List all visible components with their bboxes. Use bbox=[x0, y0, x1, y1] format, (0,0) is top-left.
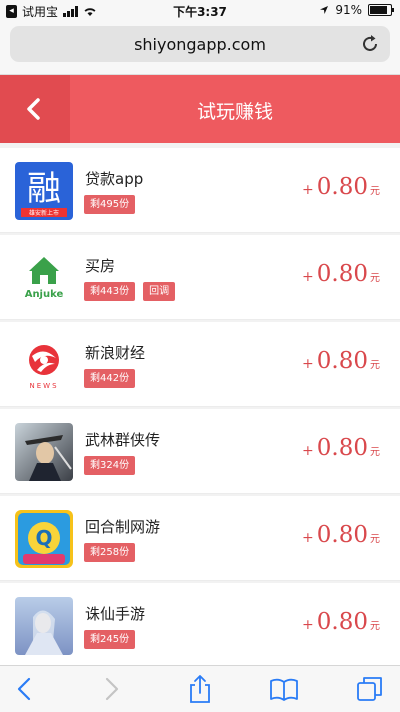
bookmarks-icon[interactable] bbox=[269, 674, 299, 704]
status-right: 91% bbox=[319, 3, 394, 17]
svg-text:融: 融 bbox=[27, 169, 61, 209]
list-item[interactable]: NEWS 新浪财经 剩442份 + 0.80 元 bbox=[0, 322, 400, 407]
battery-percent: 91% bbox=[335, 3, 362, 17]
callback-badge: 回调 bbox=[143, 282, 176, 301]
status-bar: ◂ 试用宝 下午3:37 91% bbox=[0, 0, 400, 22]
reward-unit: 元 bbox=[370, 360, 380, 371]
page-header: 试玩赚钱 bbox=[0, 75, 400, 143]
badge-group: 剩258份 bbox=[84, 543, 136, 562]
badge-group: 剩443份 回调 bbox=[84, 282, 176, 301]
reload-icon[interactable] bbox=[359, 33, 381, 55]
reward-plus: + bbox=[302, 356, 314, 372]
reward-plus: + bbox=[302, 443, 314, 459]
location-icon bbox=[320, 6, 329, 14]
app-name: 诛仙手游 bbox=[85, 605, 146, 623]
remaining-badge: 剩495份 bbox=[84, 195, 136, 214]
list-item[interactable]: 武林群侠传 剩324份 + 0.80 元 bbox=[0, 409, 400, 494]
browser-address-area: shiyongapp.com bbox=[0, 22, 400, 75]
reward-amount: + 0.80 元 bbox=[302, 522, 380, 548]
reward-amount: + 0.80 元 bbox=[302, 348, 380, 374]
remaining-badge: 剩443份 bbox=[84, 282, 136, 301]
page-title: 试玩赚钱 bbox=[196, 101, 273, 123]
app-name: 买房 bbox=[85, 257, 116, 275]
app-name: 武林群侠传 bbox=[85, 431, 161, 449]
reward-plus: + bbox=[302, 617, 314, 633]
reward-unit: 元 bbox=[370, 186, 380, 197]
reward-value: 0.80 bbox=[316, 348, 368, 374]
reward-plus: + bbox=[302, 269, 314, 285]
reward-amount: + 0.80 元 bbox=[302, 261, 380, 287]
sina-icon: NEWS bbox=[15, 336, 73, 394]
reward-amount: + 0.80 元 bbox=[302, 435, 380, 461]
address-bar[interactable]: shiyongapp.com bbox=[10, 26, 390, 62]
list-item[interactable]: 诛仙手游 剩245份 + 0.80 元 bbox=[0, 583, 400, 668]
svg-text:雄安新上市: 雄安新上市 bbox=[29, 209, 59, 217]
reward-value: 0.80 bbox=[316, 174, 368, 200]
reward-value: 0.80 bbox=[316, 261, 368, 287]
share-icon[interactable] bbox=[185, 674, 215, 704]
browser-toolbar bbox=[0, 665, 400, 712]
reward-unit: 元 bbox=[370, 447, 380, 458]
remaining-badge: 剩442份 bbox=[84, 369, 136, 388]
anjuke-icon: Anjuke bbox=[15, 249, 73, 307]
app-name: 贷款app bbox=[85, 170, 144, 188]
app-name: 新浪财经 bbox=[85, 344, 146, 362]
reward-amount: + 0.80 元 bbox=[302, 174, 380, 200]
badge-group: 剩495份 bbox=[84, 195, 136, 214]
reward-unit: 元 bbox=[370, 621, 380, 632]
forward-icon[interactable] bbox=[96, 674, 126, 704]
wulin-game-icon bbox=[15, 423, 73, 481]
reward-unit: 元 bbox=[370, 534, 380, 545]
svg-text:Anjuke: Anjuke bbox=[25, 289, 64, 300]
app-name: 回合制网游 bbox=[85, 518, 161, 536]
svg-text:NEWS: NEWS bbox=[29, 382, 58, 390]
list-item[interactable]: Q 回合制网游 剩258份 + 0.80 元 bbox=[0, 496, 400, 581]
list-item[interactable]: Anjuke 买房 剩443份 回调 + 0.80 元 bbox=[0, 235, 400, 320]
reward-unit: 元 bbox=[370, 273, 380, 284]
reward-plus: + bbox=[302, 530, 314, 546]
remaining-badge: 剩324份 bbox=[84, 456, 136, 475]
svg-text:Q: Q bbox=[35, 526, 52, 550]
url-text[interactable]: shiyongapp.com bbox=[10, 35, 390, 54]
reward-amount: + 0.80 元 bbox=[302, 609, 380, 635]
remaining-badge: 剩258份 bbox=[84, 543, 136, 562]
tabs-icon[interactable] bbox=[355, 674, 385, 704]
reward-plus: + bbox=[302, 182, 314, 198]
badge-group: 剩324份 bbox=[84, 456, 136, 475]
chevron-left-icon bbox=[27, 98, 40, 120]
battery-icon bbox=[368, 4, 394, 16]
rong-icon: 融 雄安新上市 bbox=[15, 162, 73, 220]
badge-group: 剩245份 bbox=[84, 630, 136, 649]
list-item[interactable]: 融 雄安新上市 贷款app 剩495份 + 0.80 元 bbox=[0, 148, 400, 233]
zhuxian-game-icon bbox=[15, 597, 73, 655]
reward-value: 0.80 bbox=[316, 609, 368, 635]
badge-group: 剩442份 bbox=[84, 369, 136, 388]
reward-value: 0.80 bbox=[316, 522, 368, 548]
back-button[interactable] bbox=[0, 75, 70, 143]
back-icon[interactable] bbox=[10, 674, 40, 704]
reward-value: 0.80 bbox=[316, 435, 368, 461]
turn-based-game-icon: Q bbox=[15, 510, 73, 568]
app-list: 融 雄安新上市 贷款app 剩495份 + 0.80 元 Anjuke 买房 剩… bbox=[0, 148, 400, 670]
remaining-badge: 剩245份 bbox=[84, 630, 136, 649]
